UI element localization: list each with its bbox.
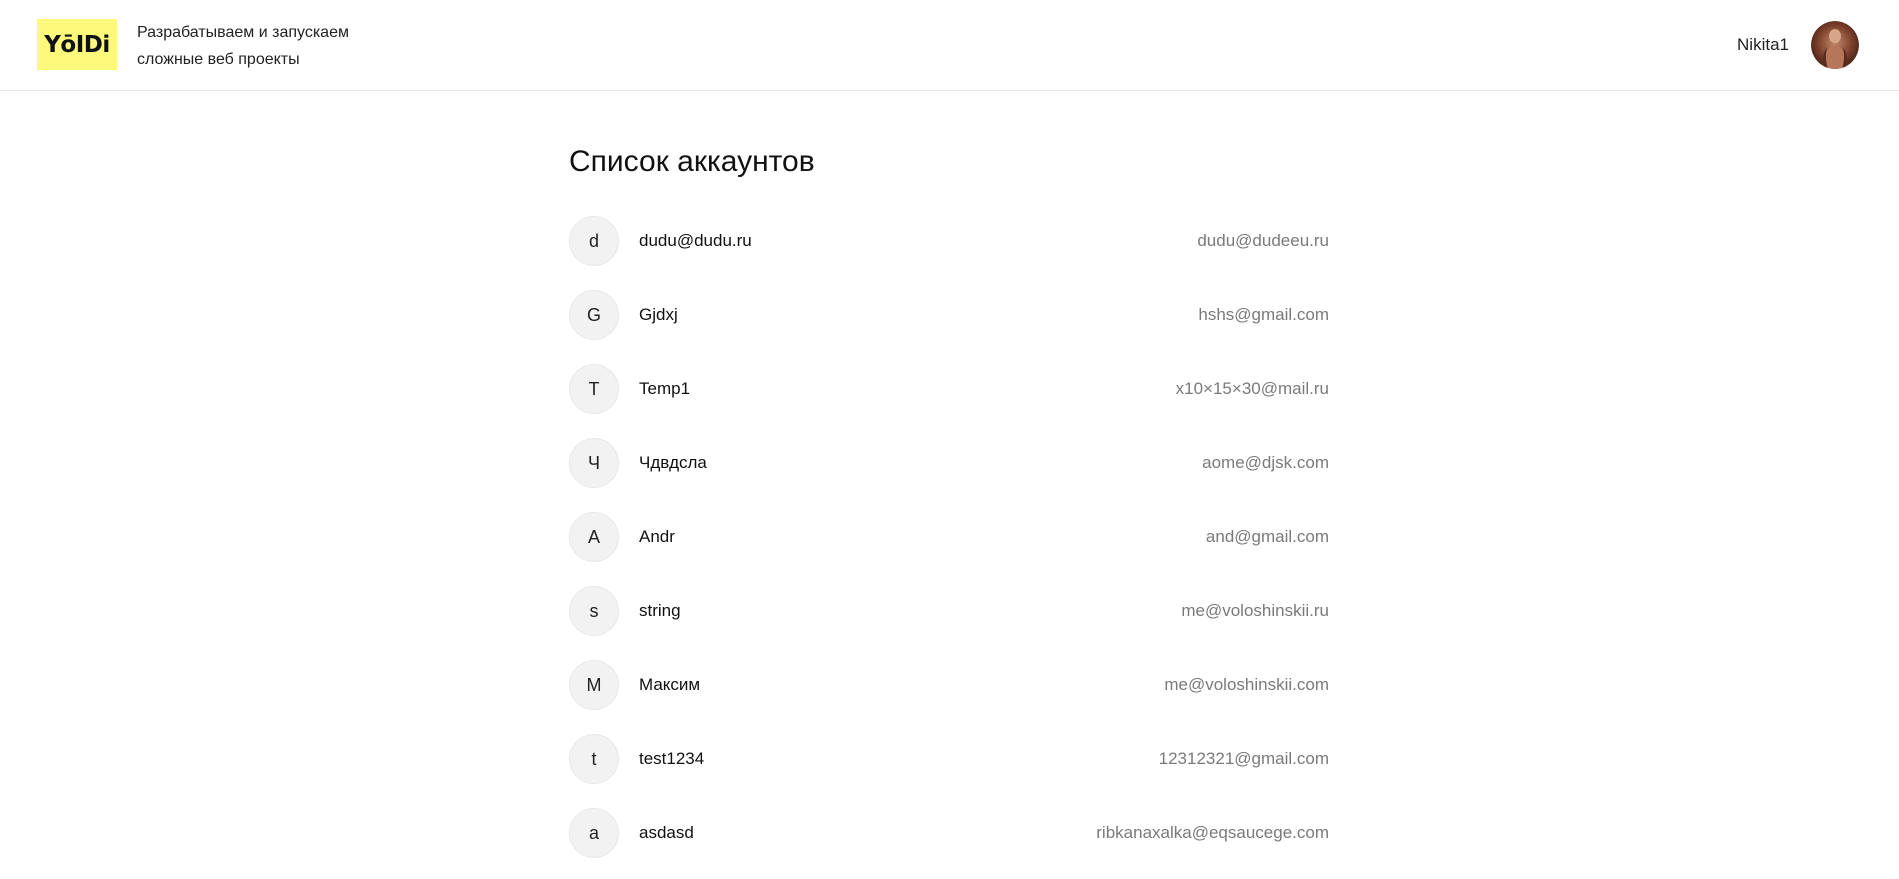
account-name: asdasd [639, 823, 694, 842]
account-item[interactable]: d dudu@dudu.ru dudu@dudeeu.ru [569, 204, 1329, 278]
account-email: me@voloshinskii.ru [1181, 601, 1329, 620]
account-avatar: Ч [569, 438, 619, 488]
accounts-list: d dudu@dudu.ru dudu@dudeeu.ru G Gjdxj hs… [569, 204, 1329, 870]
account-email: ribkanaxalka@eqsaucege.com [1096, 823, 1329, 842]
account-avatar: G [569, 290, 619, 340]
username: Nikita1 [1737, 35, 1789, 54]
account-avatar: t [569, 734, 619, 784]
account-email: hshs@gmail.com [1198, 305, 1329, 324]
account-item[interactable]: A Andr and@gmail.com [569, 500, 1329, 574]
account-email: x10×15×30@mail.ru [1175, 379, 1329, 398]
account-item[interactable]: s string me@voloshinskii.ru [569, 574, 1329, 648]
account-email: me@voloshinskii.com [1164, 675, 1329, 694]
account-name: dudu@dudu.ru [639, 231, 752, 250]
main-content: Список аккаунтов d dudu@dudu.ru dudu@dud… [569, 91, 1329, 870]
user-menu[interactable]: Nikita1 [1737, 21, 1859, 69]
tagline-line-2: сложные веб проекты [137, 51, 300, 68]
account-name: Максим [639, 675, 701, 694]
account-name: Чдвдсла [639, 453, 707, 472]
logo[interactable]: YōIDi [37, 19, 117, 70]
page-title: Список аккаунтов [569, 145, 815, 178]
account-email: dudu@dudeeu.ru [1197, 231, 1329, 250]
account-name: Temp1 [639, 379, 691, 398]
logo-text: YōIDi [44, 31, 110, 58]
account-email: 12312321@gmail.com [1158, 749, 1329, 768]
account-avatar: М [569, 660, 619, 710]
account-item[interactable]: G Gjdxj hshs@gmail.com [569, 278, 1329, 352]
user-avatar[interactable] [1811, 21, 1859, 69]
account-avatar: d [569, 216, 619, 266]
account-name: string [639, 601, 681, 620]
account-avatar: a [569, 808, 619, 858]
account-email: aome@djsk.com [1202, 453, 1329, 472]
account-avatar: T [569, 364, 619, 414]
account-name: Gjdxj [639, 305, 678, 324]
tagline-line-1: Разрабатываем и запускаем [137, 24, 349, 41]
account-item[interactable]: М Максим me@voloshinskii.com [569, 648, 1329, 722]
account-avatar: s [569, 586, 619, 636]
account-item[interactable]: T Temp1 x10×15×30@mail.ru [569, 352, 1329, 426]
account-email: and@gmail.com [1205, 527, 1329, 546]
account-avatar: A [569, 512, 619, 562]
account-name: Andr [639, 527, 675, 546]
tagline: Разрабатываем и запускаем сложные веб пр… [137, 19, 397, 73]
account-item[interactable]: Ч Чдвдсла aome@djsk.com [569, 426, 1329, 500]
account-item[interactable]: t test1234 12312321@gmail.com [569, 722, 1329, 796]
account-name: test1234 [639, 749, 705, 768]
site-header: YōIDi Разрабатываем и запускаем сложные … [0, 0, 1899, 91]
account-item[interactable]: a asdasd ribkanaxalka@eqsaucege.com [569, 796, 1329, 870]
